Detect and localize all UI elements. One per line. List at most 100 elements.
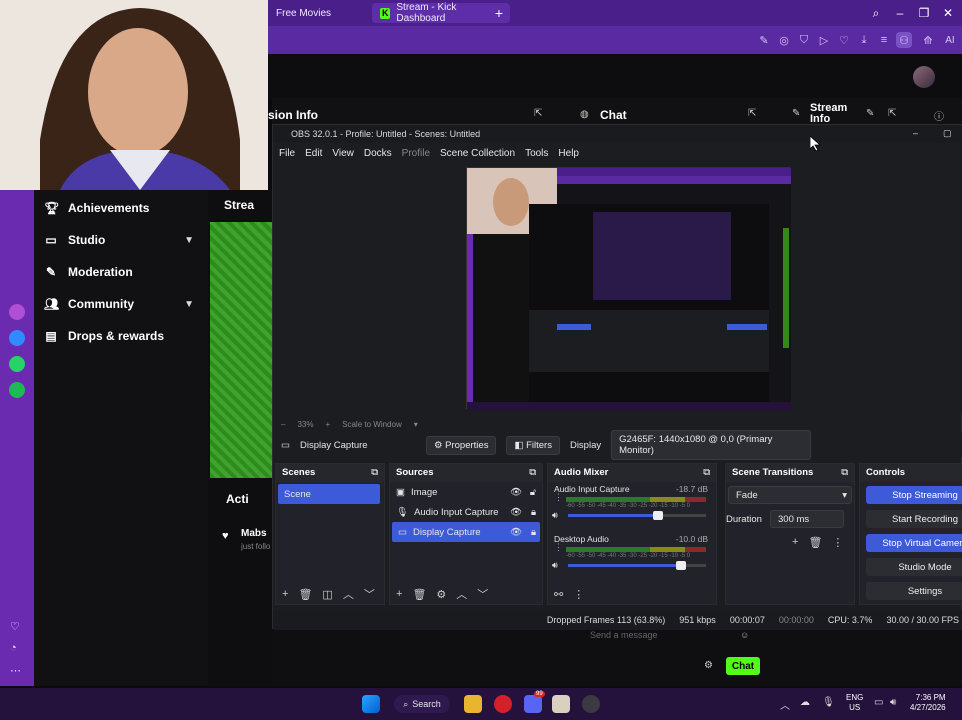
start-recording-button[interactable]: Start Recording [866,510,962,528]
more-icon[interactable]: ⋯ [10,664,21,677]
heart-icon[interactable]: ♡ [10,620,20,633]
messenger-icon[interactable] [9,330,25,346]
add-icon[interactable]: + [396,588,402,600]
minimize-icon[interactable]: – [913,128,918,138]
sidebar-item-drops[interactable]: ▤ Drops & rewards [44,324,194,348]
edit-icon[interactable]: ✎ [866,108,874,119]
source-item-selected[interactable]: ▭ Display Capture 👁︎ 🔒︎ [392,522,540,542]
obs-preview-screen[interactable] [466,167,791,410]
link-icon[interactable]: ⚯ [554,588,563,601]
dock-popout-icon[interactable]: ⧉ [703,467,710,478]
popout-icon[interactable]: ⇱ [534,108,542,119]
folder-icon[interactable] [464,695,482,713]
clock-icon[interactable]: ◔ [10,642,17,654]
speaker-icon[interactable]: 🔊︎ [552,560,558,571]
info-icon[interactable]: ⓘ [934,108,944,123]
cloud-icon[interactable]: ☁ [800,697,810,708]
app-icon[interactable] [552,695,570,713]
emoji-icon[interactable]: ☺ [740,630,749,640]
lock-icon[interactable]: 🔓︎ [530,487,536,498]
filter-icon[interactable]: ◫ [322,588,332,601]
lock-icon[interactable]: 🔒︎ [531,507,536,518]
menu-tools[interactable]: Tools [525,148,548,159]
down-icon[interactable]: ﹀ [477,586,488,602]
mic-icon[interactable]: 🎙︎ [822,697,835,708]
up-icon[interactable]: ︿ [456,586,467,602]
sidebar-item-moderation[interactable]: ✎ Moderation [44,260,194,284]
stop-virtual-camera-button[interactable]: Stop Virtual Camera [866,534,962,552]
start-icon[interactable] [362,695,380,713]
profile-icon[interactable]: ⚇ [896,32,912,48]
language-indicator[interactable]: ENG US [846,693,863,713]
add-icon[interactable]: + [792,536,798,549]
source-item[interactable]: 🎙︎ Audio Input Capture 👁︎ 🔒︎ [390,502,542,522]
discord-icon[interactable] [524,695,542,713]
menu-icon[interactable]: ≡ [876,32,892,48]
close-icon[interactable]: ✕ [940,5,956,21]
whatsapp-icon[interactable] [9,356,25,372]
filters-button[interactable]: ◧ Filters [506,435,560,455]
maximize-icon[interactable]: ▢ [943,128,952,139]
gear-icon[interactable]: ⚙ [704,660,713,671]
restore-icon[interactable]: ❐ [916,5,932,21]
scale-mode-select[interactable]: Scale to Window [342,420,402,429]
play-icon[interactable]: ▷ [816,32,832,48]
menu-docks[interactable]: Docks [364,148,392,159]
pin-icon[interactable]: ⟰ [920,32,936,48]
chevron-up-icon[interactable]: ︿ [780,697,790,712]
kebab-icon[interactable]: ⋮ [554,492,563,503]
clock[interactable]: 7:36 PM 4/27/2026 [910,693,946,713]
stop-streaming-button[interactable]: Stop Streaming [866,486,962,504]
transition-select[interactable]: Fade ▾ [728,486,852,504]
download-icon[interactable]: ⤓ [856,32,872,48]
eye-icon[interactable]: 👁︎ [510,507,522,518]
shield-icon[interactable]: ⛉ [796,32,812,48]
zoom-in-icon[interactable]: + [325,420,330,429]
menu-view[interactable]: View [332,148,354,159]
sidebar-item-achievements[interactable]: 🏆︎ Achievements [44,196,194,220]
down-icon[interactable]: ﹀ [364,586,375,602]
kebab-icon[interactable]: ⋮ [554,542,563,553]
scene-item[interactable]: Scene [278,484,380,504]
ai-button[interactable]: AI [940,32,960,48]
search-icon[interactable]: ⌕ [868,5,884,21]
settings-button[interactable]: Settings [866,582,962,600]
menu-help[interactable]: Help [558,148,579,159]
trash-icon[interactable]: 🗑︎ [808,536,822,549]
menu-edit[interactable]: Edit [305,148,322,159]
menu-profile[interactable]: Profile [402,148,430,159]
sidebar-item-community[interactable]: 👥︎ Community ▼ [44,292,194,316]
eye-icon[interactable]: 👁︎ [510,487,522,498]
kebab-icon[interactable]: ⋮ [573,588,584,601]
display-select[interactable]: G2465F: 1440x1080 @ 0,0 (Primary Monitor… [611,430,812,460]
add-icon[interactable]: + [282,588,288,600]
heart-icon[interactable]: ♡ [836,32,852,48]
edit-icon[interactable]: ✎ [756,32,772,48]
eye-icon[interactable]: 👁︎ [510,527,522,538]
trash-icon[interactable]: 🗑︎ [412,588,426,601]
volume-slider[interactable] [568,561,706,570]
obs-icon[interactable] [582,695,600,713]
properties-button[interactable]: ⚙ Properties [425,435,497,455]
speaker-icon[interactable]: 🔊︎ [552,510,558,521]
spotify-icon[interactable] [9,382,25,398]
lock-icon[interactable]: 🔒︎ [531,527,536,538]
dock-popout-icon[interactable]: ⧉ [841,467,848,478]
chevron-down-icon[interactable]: ▾ [414,420,418,429]
up-icon[interactable]: ︿ [343,586,354,602]
zoom-out-icon[interactable]: – [281,420,285,429]
popout-icon[interactable]: ⇱ [888,108,896,119]
sidebar-item-studio[interactable]: ▭ Studio ▼ [44,228,194,252]
app-icon[interactable] [9,304,25,320]
tab-free-movies[interactable]: Free Movies [268,3,368,23]
popout-icon[interactable]: ⇱ [748,108,756,119]
studio-mode-button[interactable]: Studio Mode [866,558,962,576]
duration-field[interactable]: 300 ms [770,510,844,528]
menu-file[interactable]: File [279,148,295,159]
network-icon[interactable]: ▭ [874,697,883,708]
avatar[interactable] [913,66,935,88]
source-item[interactable]: ▣ Image 👁︎ 🔓︎ [390,482,542,502]
volume-icon[interactable]: 🔊︎ [890,697,896,708]
chat-send-button[interactable]: Chat [726,657,760,675]
search-button[interactable]: ⌕ Search [394,695,450,713]
